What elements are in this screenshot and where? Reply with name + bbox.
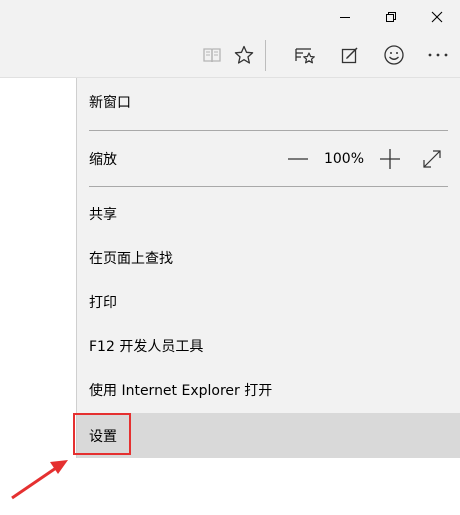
feedback-smiley-icon bbox=[384, 45, 404, 65]
more-actions-menu: 新窗口 缩放 100% 共享 在页面上查找 打印 F12 开发人员工具 使用 I… bbox=[76, 78, 460, 458]
title-bar bbox=[0, 0, 460, 33]
toolbar-divider bbox=[265, 40, 266, 71]
restore-button[interactable] bbox=[368, 0, 414, 33]
reading-view-button[interactable] bbox=[194, 33, 230, 77]
zoom-label: 缩放 bbox=[89, 152, 117, 168]
menu-divider bbox=[89, 130, 448, 131]
hub-button[interactable] bbox=[287, 33, 323, 77]
menu-item-label: 共享 bbox=[89, 207, 117, 223]
more-button[interactable] bbox=[420, 33, 456, 77]
menu-item-new-window[interactable]: 新窗口 bbox=[77, 80, 460, 124]
menu-item-developer-tools[interactable]: F12 开发人员工具 bbox=[77, 324, 460, 368]
menu-item-label: 在页面上查找 bbox=[89, 251, 173, 267]
web-note-button[interactable] bbox=[332, 33, 368, 77]
minus-icon bbox=[288, 158, 308, 160]
menu-item-label: 设置 bbox=[89, 428, 117, 445]
red-arrow-icon bbox=[11, 460, 68, 500]
menu-item-zoom: 缩放 100% bbox=[77, 137, 460, 181]
web-note-icon bbox=[341, 47, 358, 64]
menu-item-print[interactable]: 打印 bbox=[77, 280, 460, 324]
more-ellipsis-icon bbox=[428, 53, 448, 57]
fullscreen-button[interactable] bbox=[414, 137, 450, 181]
menu-item-label: F12 开发人员工具 bbox=[89, 339, 204, 355]
minimize-icon bbox=[340, 16, 350, 18]
menu-item-label: 新窗口 bbox=[89, 95, 131, 111]
menu-item-label: 打印 bbox=[89, 295, 117, 311]
menu-item-settings[interactable]: 设置 bbox=[77, 413, 460, 458]
close-icon bbox=[431, 11, 443, 22]
browser-toolbar bbox=[0, 33, 460, 78]
fullscreen-expand-icon bbox=[423, 150, 441, 168]
menu-item-share[interactable]: 共享 bbox=[77, 192, 460, 236]
menu-item-label: 使用 Internet Explorer 打开 bbox=[89, 383, 273, 399]
menu-divider bbox=[89, 186, 448, 187]
menu-item-open-with-ie[interactable]: 使用 Internet Explorer 打开 bbox=[77, 368, 460, 412]
reading-view-icon bbox=[203, 48, 221, 63]
close-button[interactable] bbox=[414, 0, 460, 33]
hub-icon bbox=[295, 48, 315, 64]
plus-icon bbox=[380, 149, 400, 169]
zoom-level: 100% bbox=[323, 151, 365, 167]
favorite-button[interactable] bbox=[226, 33, 262, 77]
zoom-in-button[interactable] bbox=[372, 137, 408, 181]
menu-item-find-on-page[interactable]: 在页面上查找 bbox=[77, 236, 460, 280]
zoom-out-button[interactable] bbox=[280, 137, 316, 181]
restore-icon bbox=[386, 11, 396, 22]
feedback-button[interactable] bbox=[376, 33, 412, 77]
zoom-controls: 100% bbox=[280, 137, 460, 181]
favorite-star-icon bbox=[234, 45, 254, 64]
minimize-button[interactable] bbox=[322, 0, 368, 33]
